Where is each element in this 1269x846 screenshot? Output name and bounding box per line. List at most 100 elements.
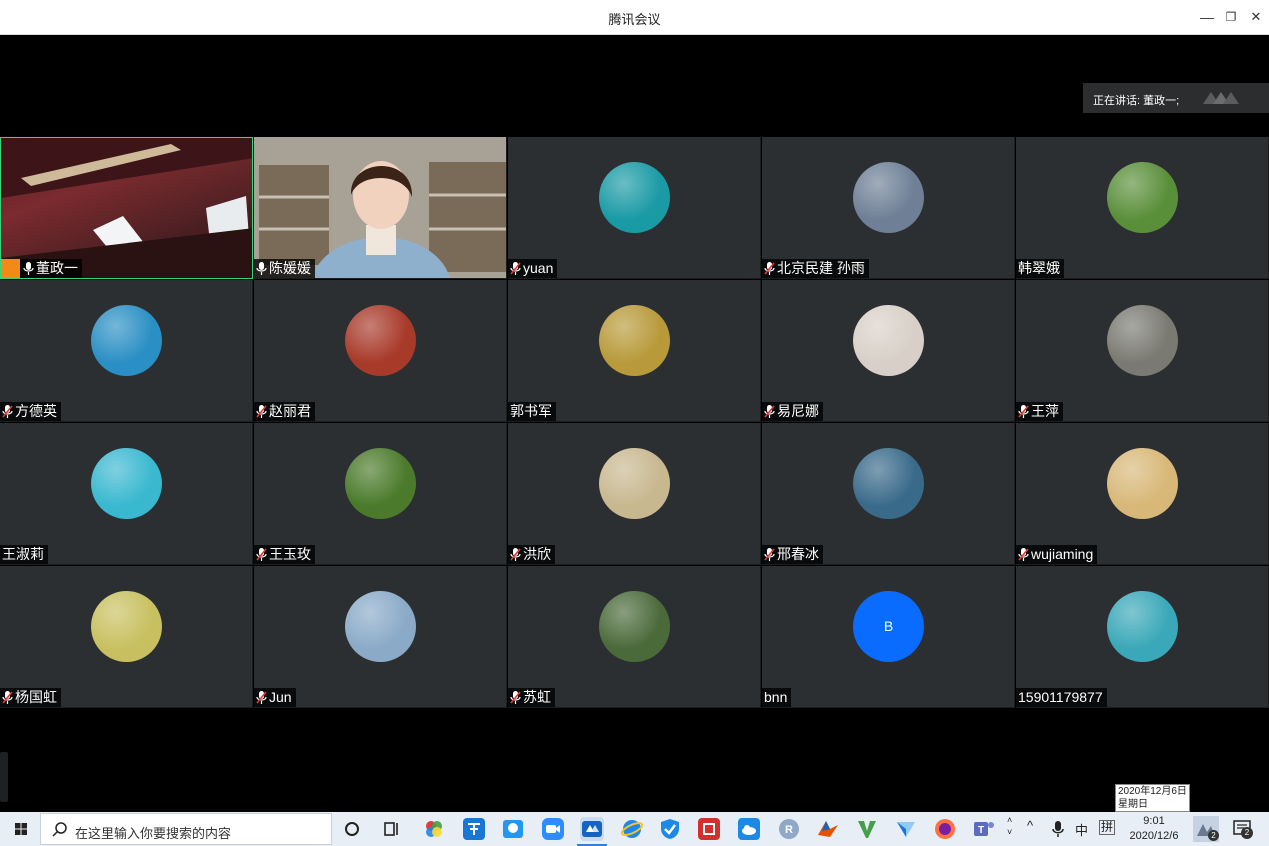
participant-tile[interactable]: 苏虹 <box>508 566 761 708</box>
r-letter: R <box>785 824 793 836</box>
participant-tile[interactable]: 董政一 <box>0 137 253 279</box>
participant-tile[interactable]: 方德英 <box>0 280 253 422</box>
clock-time: 9:01 <box>1143 815 1165 827</box>
participant-tile[interactable]: 杨国虹 <box>0 566 253 708</box>
camera-video-feed <box>254 137 506 278</box>
minimize-button[interactable]: — <box>1196 6 1218 28</box>
participant-name: 赵丽君 <box>269 403 311 419</box>
participant-tile[interactable]: 王萍 <box>1016 280 1269 422</box>
zoom-app-icon[interactable] <box>541 817 565 841</box>
tooltip-weekday: 星期日 <box>1118 799 1148 810</box>
avatar <box>1107 448 1178 519</box>
participant-name: 董政一 <box>36 260 78 276</box>
meeting-tray-icon[interactable]: 2 <box>1193 816 1219 842</box>
ime-mode-indicator[interactable]: 拼 <box>1099 820 1116 835</box>
participant-tile[interactable]: 赵丽君 <box>254 280 507 422</box>
mic-muted-icon <box>764 405 775 418</box>
speaking-indicator: 正在讲话: 董政一; <box>1083 83 1269 113</box>
participant-nametag: 洪欣 <box>508 545 555 564</box>
matlab-icon[interactable] <box>816 817 840 841</box>
participant-tile[interactable]: 王淑莉 <box>0 423 253 565</box>
participant-tile[interactable]: 邢春冰 <box>762 423 1015 565</box>
avatar <box>345 305 416 376</box>
participant-name: 方德英 <box>15 403 57 419</box>
svg-text:T: T <box>978 825 984 836</box>
participant-nametag: 易尼娜 <box>762 402 823 421</box>
security-shield-icon[interactable] <box>658 817 682 841</box>
taskbar-scroll-arrows[interactable]: ˄ ˅ <box>1007 814 1012 838</box>
participant-nametag: 王玉玫 <box>254 545 315 564</box>
r-language-icon[interactable]: R <box>777 817 801 841</box>
participant-tile[interactable]: 郭书军 <box>508 280 761 422</box>
participant-name: 北京民建 孙雨 <box>777 260 865 276</box>
audio-level-bar[interactable] <box>0 752 8 802</box>
notification-count: 2 <box>1241 827 1253 839</box>
participant-name: 韩翠娥 <box>1018 260 1060 276</box>
windows-start-icon[interactable] <box>4 812 38 846</box>
tencent-meeting-taskbar-icon[interactable] <box>580 817 604 841</box>
participant-tile[interactable]: 15901179877 <box>1016 566 1269 708</box>
participant-nametag: Jun <box>254 688 296 707</box>
participant-nametag: 陈媛媛 <box>254 259 315 278</box>
participant-tile[interactable]: yuan <box>508 137 761 279</box>
participant-name: 洪欣 <box>523 546 551 562</box>
microphone-tray-icon[interactable] <box>1052 820 1064 838</box>
windows-taskbar: 在这里输入你要搜索的内容 R T ˄ ˅ ^ 中 拼 9:01 2020/12/… <box>0 812 1269 846</box>
participant-tile[interactable]: 洪欣 <box>508 423 761 565</box>
participant-tile[interactable]: wujiaming <box>1016 423 1269 565</box>
tencent-meeting-logo <box>1203 92 1239 104</box>
vim-icon[interactable] <box>855 817 879 841</box>
ie-browser-icon[interactable] <box>620 817 644 841</box>
participant-nametag: 王淑莉 <box>0 545 48 564</box>
mic-muted-icon <box>510 691 521 704</box>
participant-tile[interactable]: 北京民建 孙雨 <box>762 137 1015 279</box>
mic-muted-icon <box>2 405 13 418</box>
participant-tile[interactable]: 王玉玫 <box>254 423 507 565</box>
participant-tile[interactable]: 陈媛媛 <box>254 137 507 279</box>
tencent-classroom-icon[interactable] <box>501 817 525 841</box>
host-icon <box>1 259 20 278</box>
participant-name: wujiaming <box>1031 546 1094 562</box>
avatar <box>599 162 670 233</box>
participant-name: yuan <box>523 260 554 276</box>
photos-app-icon[interactable] <box>422 817 446 841</box>
participant-nametag: yuan <box>508 259 558 278</box>
cloud-app-icon[interactable] <box>737 817 761 841</box>
cortana-icon[interactable] <box>340 817 364 841</box>
participant-tile[interactable]: 易尼娜 <box>762 280 1015 422</box>
close-button[interactable]: ✕ <box>1245 6 1267 28</box>
participant-nametag: 赵丽君 <box>254 402 315 421</box>
participant-tile[interactable]: Jun <box>254 566 507 708</box>
title-bar: 腾讯会议 — ❐ ✕ <box>0 0 1269 35</box>
participant-tile[interactable]: 韩翠娥 <box>1016 137 1269 279</box>
avatar <box>853 305 924 376</box>
firefox-icon[interactable] <box>933 817 957 841</box>
red-app-icon[interactable] <box>697 817 721 841</box>
avatar <box>599 591 670 662</box>
avatar <box>91 591 162 662</box>
participant-nametag: bnn <box>762 688 792 707</box>
ime-language-indicator[interactable]: 中 <box>1075 820 1088 839</box>
participant-name: 15901179877 <box>1018 689 1103 705</box>
notification-center[interactable]: 2 <box>1232 818 1254 840</box>
participant-nametag: 邢春冰 <box>762 545 823 564</box>
restore-button[interactable]: ❐ <box>1220 6 1242 28</box>
taskbar-clock[interactable]: 9:01 2020/12/6 <box>1124 814 1184 844</box>
participant-tile[interactable]: Bbnn <box>762 566 1015 708</box>
search-icon <box>52 822 67 837</box>
task-view-icon[interactable] <box>380 817 404 841</box>
mic-muted-icon <box>764 548 775 561</box>
avatar <box>1107 305 1178 376</box>
show-hidden-icons-chevron[interactable]: ^ <box>1027 818 1033 833</box>
mic-muted-icon <box>1018 548 1029 561</box>
clock-date: 2020/12/6 <box>1129 830 1179 842</box>
avatar <box>599 448 670 519</box>
mic-on-icon <box>256 262 267 275</box>
feishu-icon[interactable] <box>894 817 918 841</box>
avatar <box>1107 591 1178 662</box>
taskbar-search[interactable]: 在这里输入你要搜索的内容 <box>40 813 332 845</box>
window-title: 腾讯会议 <box>608 12 661 27</box>
translate-app-icon[interactable] <box>462 817 486 841</box>
teams-icon[interactable]: T <box>972 817 996 841</box>
meeting-badge: 2 <box>1208 830 1219 841</box>
